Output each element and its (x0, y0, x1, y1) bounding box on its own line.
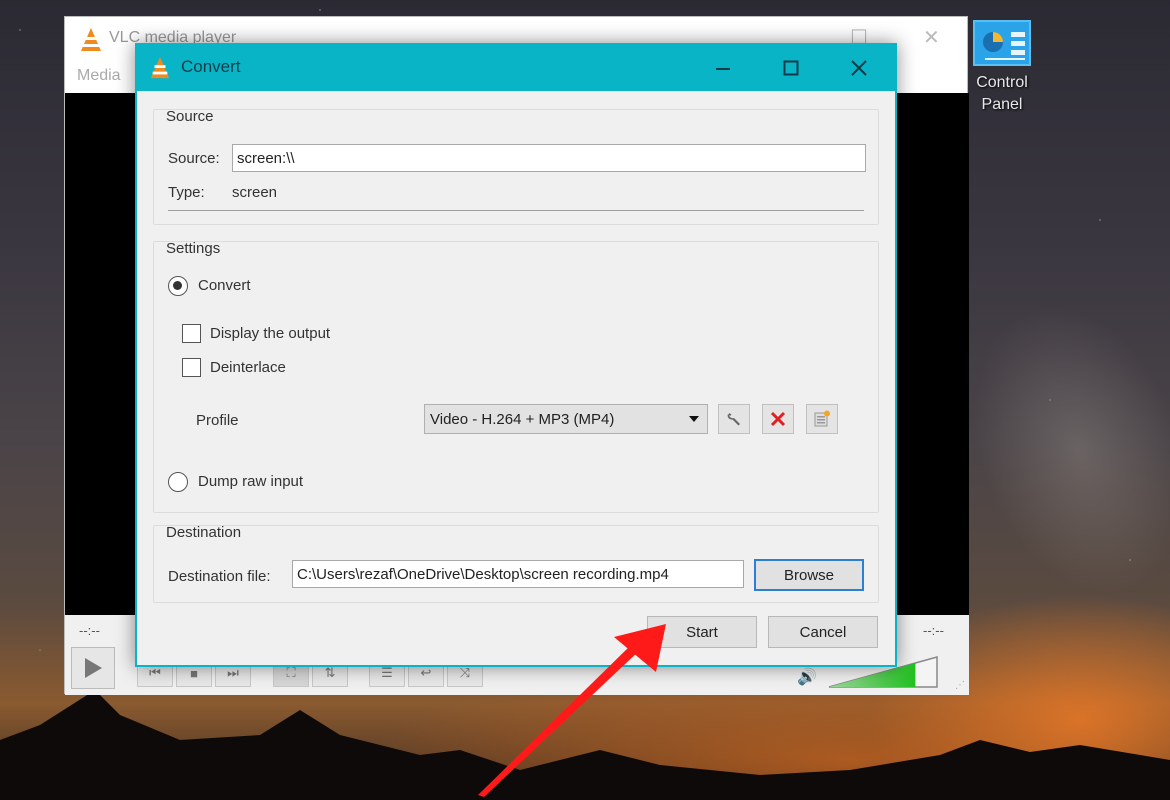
wallpaper-mountains (0, 690, 1170, 800)
playlist-icon: ☰ (381, 665, 393, 680)
maximize-button[interactable] (771, 51, 811, 85)
play-button[interactable] (71, 647, 115, 689)
time-total: --:-- (923, 623, 944, 638)
deinterlace-label[interactable]: Deinterlace (210, 359, 286, 376)
convert-dialog: Convert Source Source: Type: screen Sett… (135, 43, 897, 667)
fullscreen-icon: ⛶ (286, 665, 296, 680)
source-input[interactable] (232, 144, 866, 172)
settings-group: Settings Convert Display the output Dein… (153, 240, 879, 513)
convert-radio-label[interactable]: Convert (198, 277, 251, 294)
profile-select[interactable]: Video - H.264 + MP3 (MP4) (424, 404, 708, 434)
deinterlace-checkbox[interactable] (182, 358, 201, 377)
source-group: Source Source: Type: screen (153, 108, 879, 225)
dialog-title-bar[interactable]: Convert (137, 45, 895, 91)
maximize-icon (783, 60, 799, 76)
destination-file-input[interactable] (292, 560, 744, 588)
profile-select-value: Video - H.264 + MP3 (MP4) (430, 410, 615, 428)
start-button[interactable]: Start (647, 616, 757, 648)
browse-button[interactable]: Browse (754, 559, 864, 591)
settings-group-title: Settings (166, 240, 221, 257)
minimize-button[interactable] (703, 51, 743, 85)
desktop-icon-control-panel[interactable]: Control Panel (966, 20, 1038, 116)
menu-media[interactable]: Media (77, 67, 121, 85)
new-profile-icon (814, 410, 830, 427)
desktop-icon-label: Control Panel (976, 74, 1028, 113)
destination-file-label: Destination file: (168, 568, 271, 585)
dump-raw-radio[interactable] (168, 472, 188, 492)
display-output-checkbox[interactable] (182, 324, 201, 343)
next-icon: ⏭ (227, 665, 239, 680)
new-profile-button[interactable] (806, 404, 838, 434)
destination-group-title: Destination (166, 524, 242, 541)
delete-profile-button[interactable] (762, 404, 794, 434)
type-value: screen (232, 184, 278, 201)
dump-raw-label[interactable]: Dump raw input (198, 473, 303, 490)
delete-x-icon (770, 411, 786, 427)
dropdown-arrow-icon (689, 416, 699, 422)
play-icon (85, 658, 102, 678)
destination-group: Destination Destination file: Browse (153, 524, 879, 603)
close-icon (851, 60, 867, 76)
cancel-button[interactable]: Cancel (768, 616, 878, 648)
speaker-icon[interactable]: 🔊 (797, 667, 817, 687)
wallpaper-milky-way (934, 274, 1170, 626)
stop-icon: ■ (190, 665, 198, 681)
resize-grip-icon[interactable]: ⋰ (955, 680, 965, 691)
previous-icon: ⏮ (149, 665, 161, 680)
control-panel-icon (973, 20, 1031, 66)
source-group-title: Source (166, 108, 214, 125)
source-label: Source: (168, 150, 220, 167)
time-elapsed: --:-- (79, 623, 100, 638)
vlc-close-icon[interactable]: ✕ (923, 25, 940, 50)
profile-label: Profile (196, 412, 239, 429)
minimize-icon (716, 68, 730, 70)
equalizer-icon: ⇅ (324, 665, 336, 680)
convert-radio[interactable] (168, 276, 188, 296)
display-output-label[interactable]: Display the output (210, 325, 330, 342)
source-separator (168, 210, 864, 211)
vlc-logo-icon (150, 57, 170, 79)
shuffle-icon: ⤨ (459, 665, 471, 680)
close-button[interactable] (839, 51, 879, 85)
edit-profile-button[interactable] (718, 404, 750, 434)
wrench-icon (727, 413, 740, 426)
dialog-title: Convert (181, 57, 241, 76)
vlc-logo-icon (81, 28, 101, 51)
loop-icon: ↩ (420, 665, 432, 680)
type-label: Type: (168, 184, 205, 201)
